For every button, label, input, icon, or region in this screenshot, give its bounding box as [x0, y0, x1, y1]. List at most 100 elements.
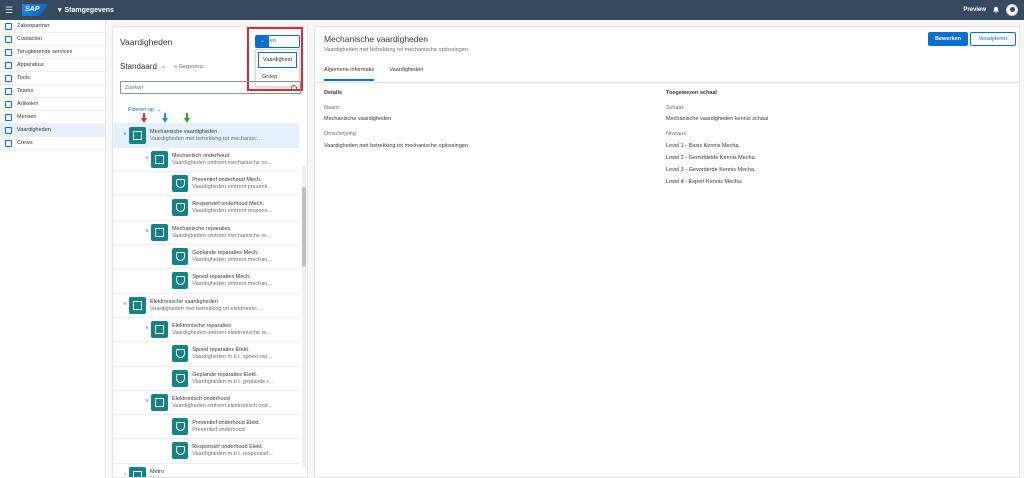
tree-node-title: Geplande reparaties Elekt.	[192, 371, 258, 378]
tree-node-title: Preventief onderhoud Elekt.	[192, 420, 261, 427]
detail-subtitle: Vaardigheden met betrekking tot mechanis…	[324, 47, 468, 53]
crews-icon	[5, 139, 12, 147]
partner-icon	[5, 22, 12, 30]
tree-node-title: Metro	[150, 468, 165, 475]
chevron-down-icon[interactable]: ⌄	[161, 63, 166, 70]
sidebar-item-tools[interactable]: Tools	[0, 72, 105, 85]
edit-button[interactable]: Bewerken	[928, 32, 968, 46]
arrow-down-icon	[141, 113, 147, 123]
sidebar-item-label: Teams	[17, 88, 34, 94]
tree-node-subtitle: Vaardigheden omtrent elektronische re...	[172, 329, 271, 336]
tree-node-subtitle: Vaardigheden m.b.t. spoed rep...	[192, 354, 272, 361]
app-title[interactable]: ▾ Stamgegevens	[58, 6, 114, 15]
description-label: Omschrijving:	[324, 131, 358, 137]
chevron-down-icon[interactable]: ˅	[143, 229, 151, 235]
skill-shield-icon	[172, 175, 189, 193]
sidebar-item-crews[interactable]: Crews	[0, 137, 105, 150]
skill-shield-icon	[172, 199, 189, 217]
tree-skill-node[interactable]: Spoed reparaties Mech. Vaardigheden omtre…	[113, 269, 299, 293]
bell-icon[interactable]	[992, 6, 1000, 14]
chevron-down-icon[interactable]: ˅	[143, 156, 151, 162]
tree-skill-node[interactable]: Preventief onderhoud Mech. Vaardigheden o…	[113, 172, 299, 196]
list-icon	[155, 397, 164, 407]
tree-node-title: Elektronische vaardigheden	[150, 298, 218, 305]
scale-value: Mechanische vaardigheden kennis schaal	[666, 116, 769, 122]
tree-group-node[interactable]: › MetroMetro	[113, 463, 299, 477]
sidebar-item-label: Mensen	[17, 114, 37, 120]
sidebar-item-artikelen[interactable]: Artikelen	[0, 98, 105, 111]
list-icon	[133, 130, 142, 140]
sidebar-item-terugkerende-services[interactable]: Terugkerende services	[0, 46, 105, 59]
search-input[interactable]	[125, 84, 285, 91]
variant-label: Standaard	[120, 62, 157, 71]
tree-group-node[interactable]: ˅ Mechanische vaardigheden Vaardigheden me…	[113, 123, 299, 147]
sap-logo[interactable]: SAP	[22, 4, 48, 16]
search-field[interactable]	[120, 81, 301, 94]
skill-shield-icon	[172, 345, 189, 363]
tree-group-node[interactable]: ˅ Mechanisch onderhoud Vaardigheden omtren…	[113, 147, 299, 171]
sidebar-item-label: Apparatuur	[17, 62, 45, 68]
tree-node-text: Mechanische vaardigheden Vaardigheden met…	[150, 129, 265, 142]
avatar[interactable]	[1006, 4, 1018, 16]
levels-label: Niveaus:	[666, 131, 688, 137]
shield-icon	[175, 276, 185, 286]
sidebar-item-vaardigheden[interactable]: Vaardigheden	[0, 124, 105, 137]
tree-group-node[interactable]: ˅ Elektronisch onderhoud Vaardigheden omtr…	[113, 390, 299, 414]
scrollbar[interactable]	[302, 167, 306, 467]
sidebar-item-contacten[interactable]: Contacten	[0, 33, 105, 46]
sidebar-item-teams[interactable]: Teams	[0, 85, 105, 98]
delete-button[interactable]: Verwijderen	[970, 32, 1016, 46]
tree-skill-node[interactable]: Spoed reparaties Elekt. Vaardigheden m.b.…	[113, 342, 299, 366]
tree-node-title: Elektronisch onderhoud	[172, 395, 230, 402]
level-item: Level 2 - Gemiddelde Kennis Mecha.	[666, 155, 757, 161]
tree-skill-node[interactable]: Responsief onderhoud Mech. Vaardigheden o…	[113, 196, 299, 220]
tab-general-info[interactable]: Algemene informatie	[324, 67, 375, 81]
tools-icon	[5, 74, 12, 82]
skills-icon	[5, 126, 12, 134]
tree-group-node[interactable]: ˅ Elektronische vaardigheden Vaardigheden …	[113, 293, 299, 317]
scrollbar-thumb[interactable]	[302, 187, 306, 267]
preview-label[interactable]: Preview	[963, 7, 986, 13]
name-label: Naam:	[324, 105, 341, 111]
variant-selector[interactable]: Standaard ⌄ ≡ Gegevens	[120, 62, 204, 71]
search-icon[interactable]	[291, 84, 297, 91]
tab-skills[interactable]: Vaardigheden	[389, 67, 423, 81]
sidebar-item-apparatuur[interactable]: Apparatuur	[0, 59, 105, 72]
equipment-icon	[5, 61, 12, 69]
tree-node-text: Mechanisch onderhoud Vaardigheden omtrent…	[172, 153, 287, 166]
tree-group-node[interactable]: ˅ Elektronische reparaties Vaardigheden om…	[113, 317, 299, 341]
tree-group-node[interactable]: ˅ Mechanische reparaties Vaardigheden omtr…	[113, 220, 299, 244]
tree-skill-node[interactable]: Geplande reparaties Mech. Vaardigheden om…	[113, 245, 299, 269]
articles-icon	[5, 100, 12, 108]
tree-skill-node[interactable]: Preventief onderhoud Elekt. Preventief on…	[113, 415, 299, 439]
tree-node-title: Geplande reparaties Mech.	[192, 250, 259, 256]
tree-node-text: Elektronisch onderhoud Vaardigheden omtre…	[172, 396, 287, 409]
chevron-down-icon[interactable]: ˅	[121, 132, 129, 138]
group-by-button[interactable]: ≡ Gegevens	[174, 64, 204, 70]
scale-header: Toegewezen schaal	[666, 90, 717, 96]
skill-group-icon	[151, 393, 168, 411]
sidebar-item-label: Crews	[17, 140, 33, 146]
chevron-down-icon[interactable]: ˅	[143, 399, 151, 405]
list-icon	[155, 324, 164, 334]
tree-skill-node[interactable]: Responsief onderhoud Elekt. Vaardigheden …	[113, 439, 299, 463]
sidebar-item-mensen[interactable]: Mensen	[0, 111, 105, 124]
group-by-label: Gegevens	[178, 63, 204, 70]
chevron-right-icon[interactable]: ›	[121, 472, 129, 477]
scale-label: Schaal:	[666, 105, 685, 111]
tree-node-subtitle: Vaardigheden m.b.t. geplande r...	[192, 378, 274, 385]
shield-icon	[175, 179, 185, 189]
tree-node-title: Mechanisch onderhoud	[172, 152, 230, 159]
tree-skill-node[interactable]: Geplande reparaties Elekt. Vaardigheden m…	[113, 366, 299, 390]
tree-node-title: Preventief onderhoud Mech.	[192, 177, 262, 184]
shield-icon	[175, 349, 185, 359]
level-item: Level 1 - Basis Kennis Mecha.	[666, 143, 740, 149]
sidebar-item-zakenpartner[interactable]: Zakenpartner	[0, 20, 105, 33]
sidebar-item-label: Artikelen	[17, 101, 39, 107]
chevron-down-icon[interactable]: ˅	[121, 302, 129, 308]
tree-node-subtitle: Vaardigheden met betrekking tot mechanis…	[150, 135, 265, 142]
skills-tree-panel: Vaardigheden Creëren ⌄ Vaardigheid Groep…	[112, 26, 308, 478]
shield-icon	[175, 373, 185, 383]
hamburger-icon[interactable]: ☰	[0, 5, 18, 16]
chevron-down-icon[interactable]: ˅	[143, 326, 151, 332]
